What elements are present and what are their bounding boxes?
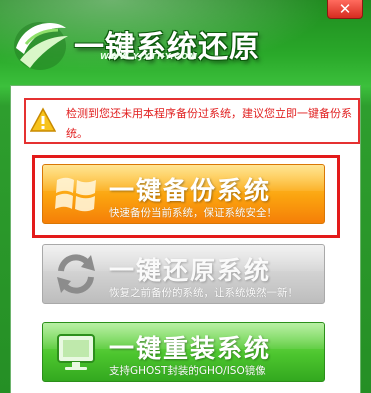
reinstall-button-title: 一键重装系统 [109,334,272,363]
backup-system-button[interactable]: 一键备份系统 快速备份当前系统，保证系统安全！ [42,164,325,224]
monitor-icon [57,334,95,370]
restore-arrows-icon [57,254,95,294]
reinstall-button-desc: 支持GHOST封装的GHO/ISO镜像 [109,365,266,377]
warning-icon [30,107,56,132]
app-url: WWW.YJXTHY.COM [100,52,199,61]
restore-button-desc: 恢复之前备份的系统，让系统焕然一新！ [109,287,298,299]
backup-button-title: 一键备份系统 [109,176,272,205]
app-logo-icon [14,22,68,70]
restore-system-button[interactable]: 一键还原系统 恢复之前备份的系统，让系统焕然一新！ [42,244,325,304]
reinstall-system-button[interactable]: 一键重装系统 支持GHOST封装的GHO/ISO镜像 [42,322,325,382]
restore-button-title: 一键还原系统 [109,256,272,285]
app-window: ✕ 一键系统还原 WWW.YJXTHY.COM 检测到您还未用本程序备份过系统，… [0,0,371,393]
close-button[interactable]: ✕ [327,0,363,19]
warning-text: 检测到您还未用本程序备份过系统，建议您立即一键备份系统。 [66,107,352,140]
close-icon: ✕ [338,0,352,18]
backup-button-desc: 快速备份当前系统，保证系统安全！ [109,207,277,219]
warning-box: 检测到您还未用本程序备份过系统，建议您立即一键备份系统。 [24,98,360,144]
windows-logo-icon [55,177,96,212]
